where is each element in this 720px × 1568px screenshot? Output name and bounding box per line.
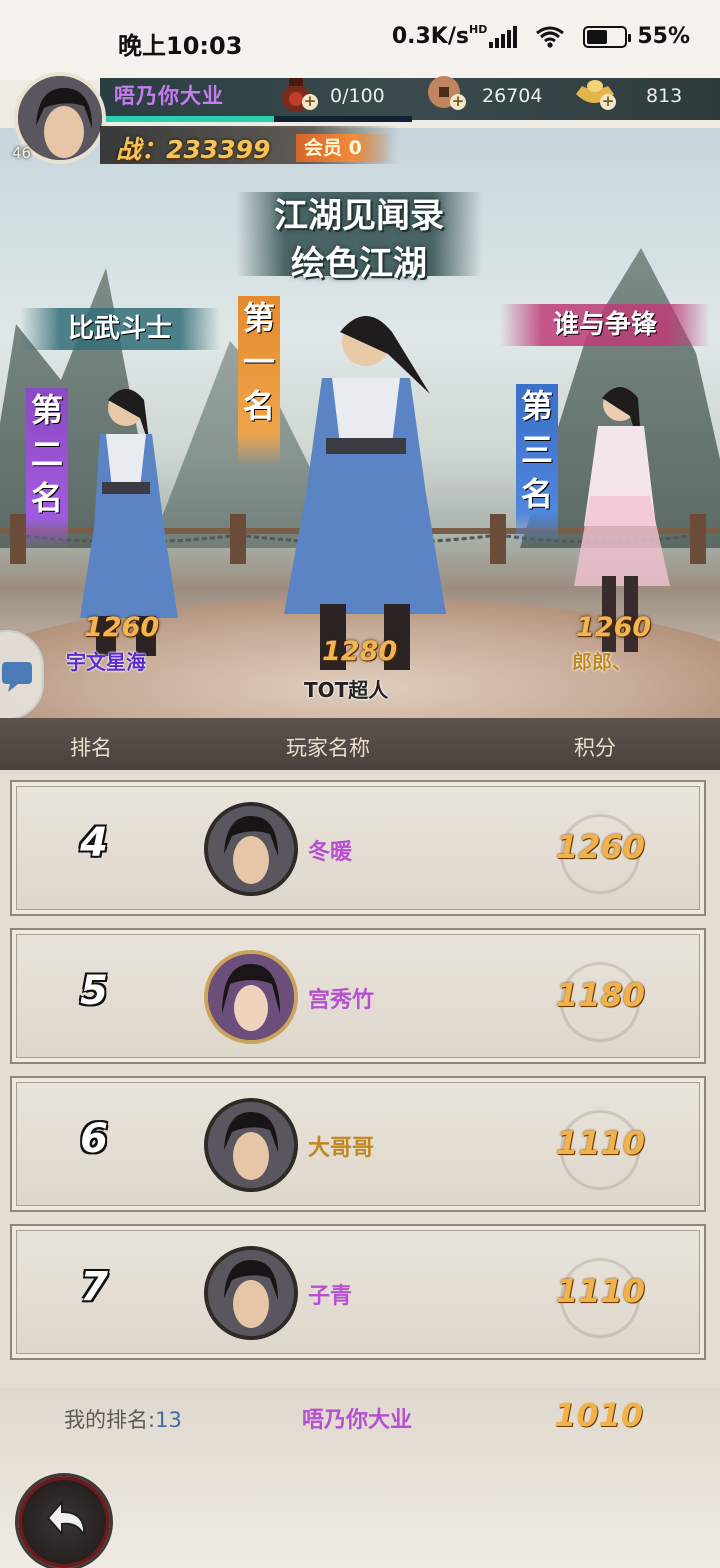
header-rank: 排名 <box>70 736 112 760</box>
ranking-row[interactable]: 7 子青 1110 <box>10 1224 706 1360</box>
event-title-line2: 绘色江湖 <box>291 244 427 284</box>
row-player-name: 大哥哥 <box>308 1136 375 1161</box>
row-avatar[interactable] <box>204 802 298 896</box>
exp-progress-bar <box>106 116 412 122</box>
battery-icon <box>583 25 632 48</box>
row-rank: 4 <box>80 820 108 866</box>
avatar-portrait <box>208 1250 294 1336</box>
network-speed: 0.3K/s <box>391 24 469 49</box>
podium-first-score: 1280 <box>322 636 398 667</box>
resource-copper[interactable]: + 26704 <box>428 76 543 112</box>
avatar-portrait <box>208 1102 294 1188</box>
podium-second-name: 宇文星海 <box>66 650 146 674</box>
add-stamina-icon[interactable]: + <box>302 94 318 110</box>
my-score: 1010 <box>554 1396 644 1434</box>
event-title: 江湖见闻录 绘色江湖 <box>228 188 490 284</box>
ranking-header: 排名 玩家名称 积分 <box>0 718 720 770</box>
combat-power: 战：233399 <box>116 135 271 164</box>
row-player-name: 子青 <box>308 1284 353 1309</box>
row-score: 1180 <box>556 976 646 1014</box>
status-time: 晚上10:03 <box>118 32 243 60</box>
row-player-name: 冬暖 <box>308 840 353 865</box>
podium-third-name: 郎郎、 <box>572 650 632 674</box>
gold-value: 813 <box>646 85 683 107</box>
row-rank: 6 <box>80 1116 108 1162</box>
row-score: 1110 <box>556 1124 646 1162</box>
battery-percent: 55% <box>637 24 690 49</box>
ranking-row[interactable]: 6 大哥哥 1110 <box>10 1076 706 1212</box>
my-rank-bar: 我的排名:13 唔乃你大业 1010 <box>0 1388 720 1568</box>
hero-first-figure[interactable] <box>270 304 460 674</box>
row-player-name: 宫秀竹 <box>308 988 375 1013</box>
row-rank: 5 <box>80 968 108 1014</box>
podium-first-name: TOT超人 <box>304 678 389 702</box>
player-level: 46 <box>12 144 32 162</box>
resource-stamina[interactable]: + 0/100 <box>280 78 385 112</box>
event-title-line1: 江湖见闻录 <box>274 196 444 236</box>
avatar-portrait <box>208 806 294 892</box>
signal-icon <box>489 25 518 48</box>
add-copper-icon[interactable]: + <box>450 94 466 110</box>
left-slogan: 比武斗士 <box>20 308 220 350</box>
header-score: 积分 <box>574 736 616 760</box>
arena-scene: 江湖见闻录 绘色江湖 比武斗士 谁与争锋 第一名 第二名 第三名 1280 TO… <box>0 128 720 718</box>
row-avatar[interactable] <box>204 1246 298 1340</box>
ranking-panel: 排名 玩家名称 积分 4 冬暖 1260 5 宫秀竹 1180 6 大哥哥 11… <box>0 718 720 1568</box>
row-score: 1260 <box>556 828 646 866</box>
my-rank-text: 我的排名: <box>64 1408 156 1432</box>
row-avatar[interactable] <box>204 950 298 1044</box>
network-badge: HD <box>468 23 488 36</box>
stamina-value: 0/100 <box>330 85 385 107</box>
header-player-name: 玩家名称 <box>286 736 370 760</box>
back-button[interactable] <box>18 1476 110 1568</box>
my-rank-label: 我的排名:13 <box>64 1404 182 1434</box>
row-avatar[interactable] <box>204 1098 298 1192</box>
chat-icon <box>2 662 32 692</box>
copper-value: 26704 <box>482 85 543 107</box>
ranking-row[interactable]: 4 冬暖 1260 <box>10 780 706 916</box>
my-rank-value: 13 <box>155 1408 182 1432</box>
podium-third-score: 1260 <box>576 612 652 643</box>
avatar-portrait <box>208 954 294 1040</box>
player-name: 唔乃你大业 <box>114 84 224 108</box>
top-hud: 46 唔乃你大业 + 0/100 + 26704 + 813 战：233399 … <box>0 72 720 168</box>
back-arrow-icon <box>46 1499 86 1537</box>
row-rank: 7 <box>80 1264 108 1310</box>
vip-badge[interactable]: 会员 0 <box>296 134 392 162</box>
avatar-portrait <box>18 76 102 160</box>
podium-second-score: 1260 <box>84 612 160 643</box>
resource-gold[interactable]: + 813 <box>576 80 683 112</box>
add-gold-icon[interactable]: + <box>600 94 616 110</box>
row-score: 1110 <box>556 1272 646 1310</box>
status-right: 0.3K/s HD 55% <box>391 23 690 49</box>
my-player-name: 唔乃你大业 <box>302 1408 413 1433</box>
right-slogan: 谁与争锋 <box>500 304 710 346</box>
ranking-row[interactable]: 5 宫秀竹 1180 <box>10 928 706 1064</box>
wifi-icon <box>536 26 565 48</box>
rank-flag-third: 第三名 <box>516 384 558 544</box>
status-bar: 晚上10:03 0.3K/s HD 55% <box>0 0 720 80</box>
